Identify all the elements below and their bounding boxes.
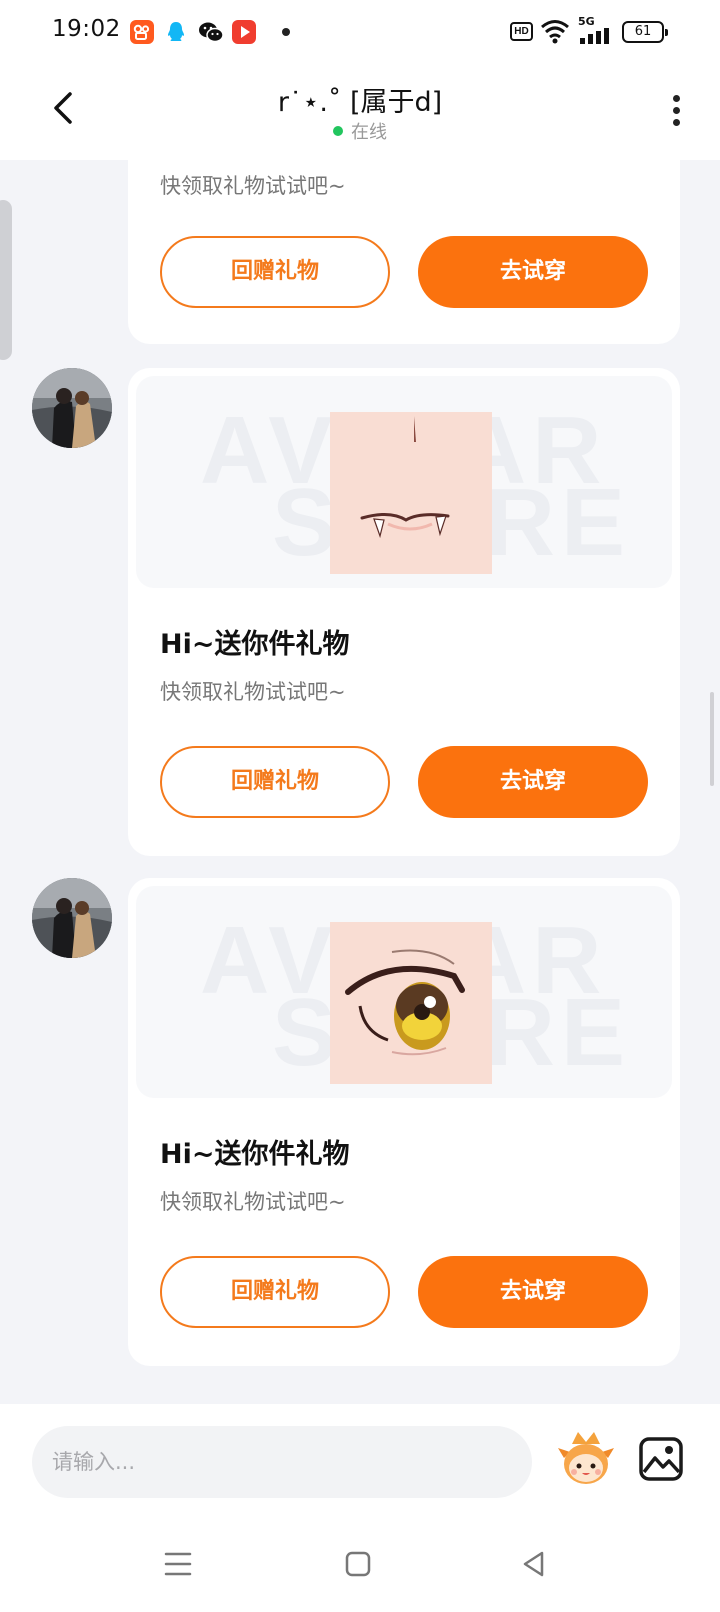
try-on-button[interactable]: 去试穿 [418, 746, 648, 818]
side-drawer-handle[interactable] [0, 200, 12, 360]
gift-card: AVATAR STORE [128, 878, 680, 1366]
sender-avatar[interactable] [32, 368, 112, 448]
kuaishou-icon [130, 20, 154, 44]
gift-card-partial: 快领取礼物试试吧~ 回赠礼物 去试穿 [128, 160, 680, 344]
hd-badge: HD [510, 22, 533, 41]
dot [672, 95, 680, 102]
chat-screen: 19:02 HD 5G 61 r˙⋆.˚ [属于d] 在线 快领取礼物试试吧~ … [0, 0, 720, 1612]
gift-preview[interactable]: AVATAR STORE [136, 376, 672, 588]
anime-eye-icon [330, 922, 492, 1084]
try-on-button[interactable]: 去试穿 [418, 1256, 648, 1328]
card-title: Hi~送你件礼物 [160, 1139, 350, 1170]
gift-preview[interactable]: AVATAR STORE [136, 886, 672, 1098]
signal-icon [580, 28, 609, 44]
return-gift-button[interactable]: 回赠礼物 [160, 236, 390, 308]
back-nav-button[interactable] [516, 1546, 552, 1582]
online-status: 在线 [0, 118, 720, 144]
gift-card: AVATAR STORE Hi~送你件礼物 快领取礼物试试吧~ 回赠礼物 去试穿 [128, 368, 680, 856]
contact-name: r˙⋆.˚ [属于d] [277, 87, 443, 118]
message-list[interactable]: 快领取礼物试试吧~ 回赠礼物 去试穿 AVATAR STORE [0, 160, 720, 1404]
notification-dot [282, 28, 290, 36]
mouth-fangs-icon [330, 412, 492, 574]
card-subtitle: 快领取礼物试试吧~ [160, 680, 346, 704]
input-bar [0, 1404, 720, 1516]
menu-nav-button[interactable] [160, 1546, 196, 1582]
image-picker-icon[interactable] [638, 1436, 684, 1482]
return-gift-button[interactable]: 回赠礼物 [160, 746, 390, 818]
scrollbar[interactable] [710, 692, 714, 786]
status-time: 19:02 [52, 16, 121, 42]
more-options-button[interactable] [662, 92, 690, 132]
card-subtitle: 快领取礼物试试吧~ [160, 174, 346, 198]
card-subtitle: 快领取礼物试试吧~ [160, 1190, 346, 1214]
mascot-sticker-icon[interactable] [556, 1430, 616, 1490]
qq-icon [164, 20, 188, 44]
try-on-button[interactable]: 去试穿 [418, 236, 648, 308]
network-type: 5G [578, 15, 595, 28]
battery-indicator: 61 [622, 21, 668, 43]
video-icon [232, 20, 256, 44]
wifi-icon [541, 20, 569, 44]
online-status-label: 在线 [351, 122, 387, 143]
message-input[interactable] [32, 1426, 532, 1498]
status-bar: 19:02 HD 5G 61 [0, 0, 720, 66]
return-gift-button[interactable]: 回赠礼物 [160, 1256, 390, 1328]
dot [672, 107, 680, 114]
chat-header: r˙⋆.˚ [属于d] 在线 [0, 66, 720, 160]
dot [672, 119, 680, 126]
wechat-icon [198, 20, 224, 44]
card-title: Hi~送你件礼物 [160, 629, 350, 660]
online-dot-icon [333, 126, 343, 136]
sender-avatar[interactable] [32, 878, 112, 958]
home-nav-button[interactable] [340, 1546, 376, 1582]
system-nav-bar [0, 1516, 720, 1612]
